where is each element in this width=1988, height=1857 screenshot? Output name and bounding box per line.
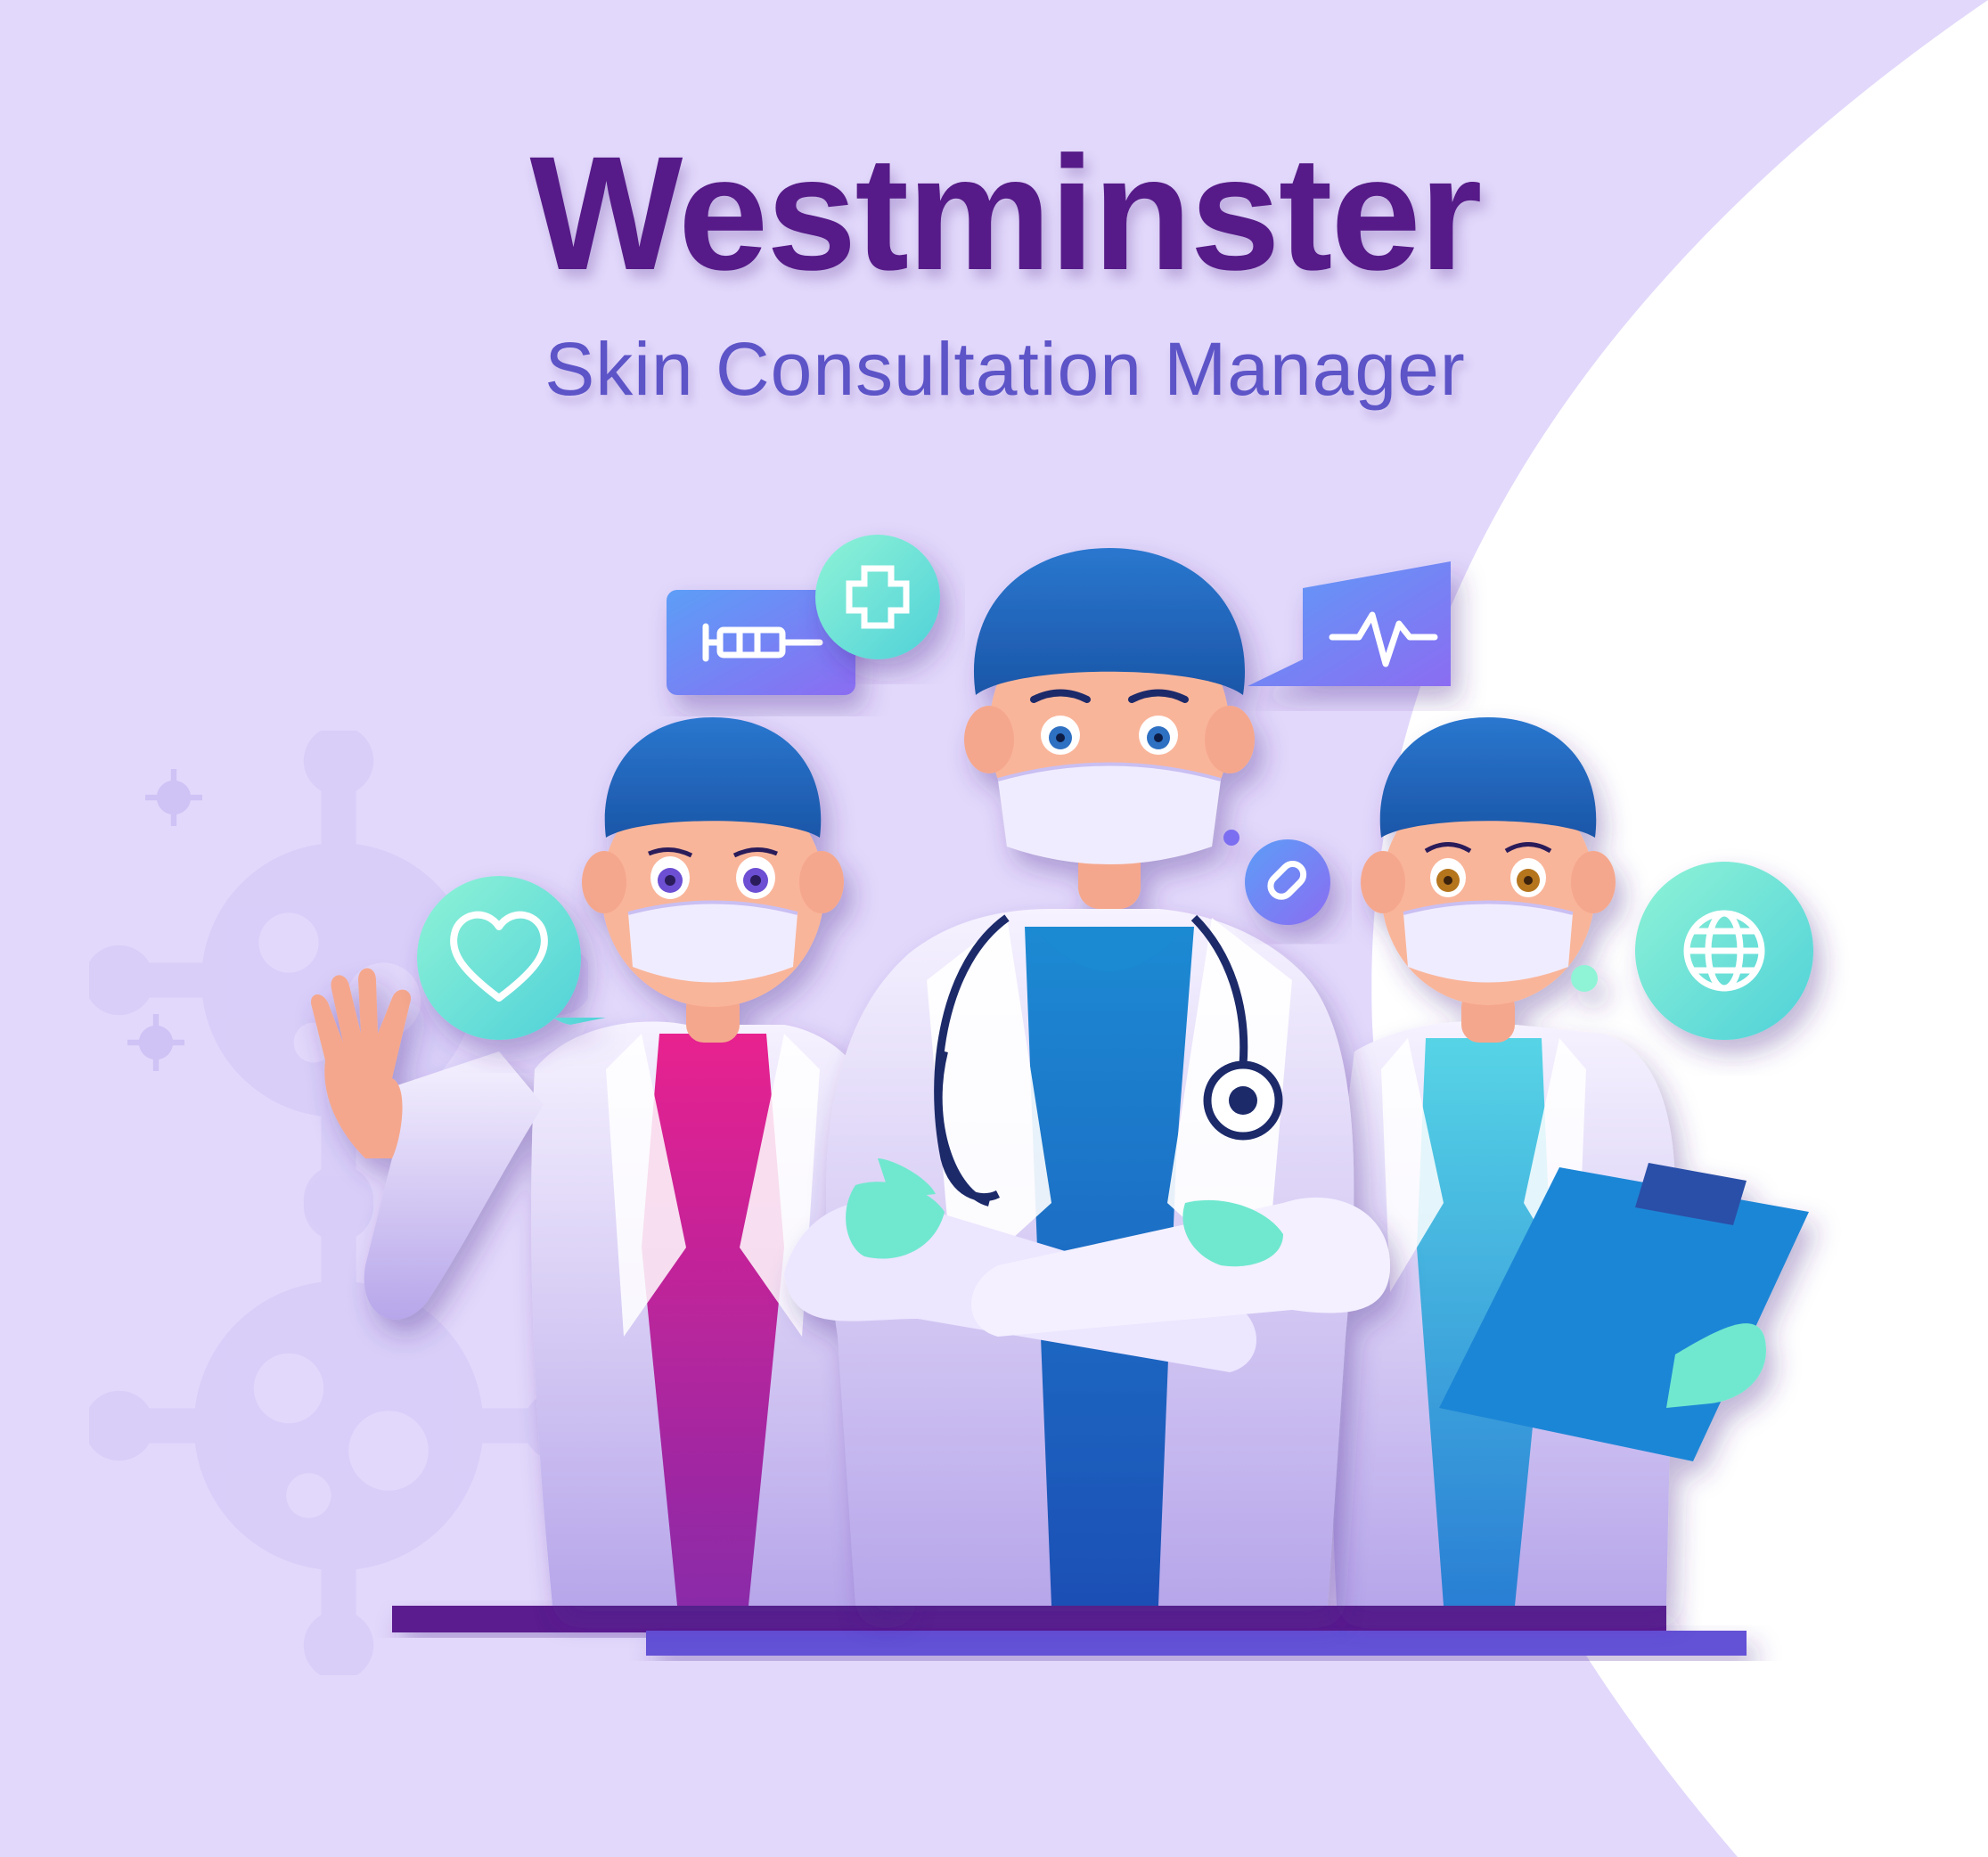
heartbeat-icon <box>1248 561 1451 686</box>
splash-screen: Westminster Skin Consultation Manager <box>0 0 1988 1857</box>
medical-cross-icon <box>815 535 940 659</box>
doctors-illustration <box>311 535 1813 1656</box>
heart-icon <box>417 876 606 1040</box>
pill-icon <box>1223 830 1330 925</box>
